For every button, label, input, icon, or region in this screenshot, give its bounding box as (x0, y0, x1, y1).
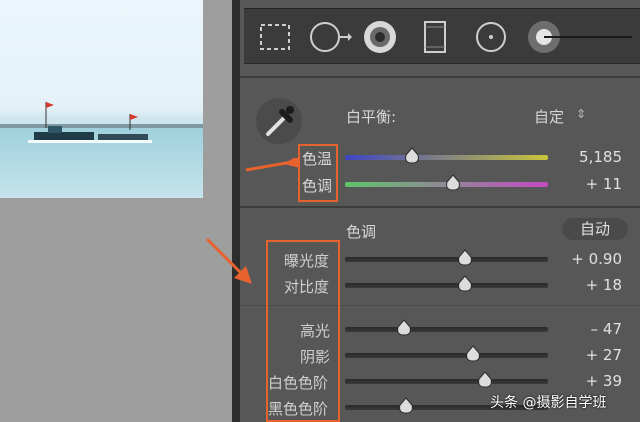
contrast-value[interactable]: + 18 (586, 276, 622, 294)
brush-size-slider[interactable] (544, 36, 632, 38)
tint-value[interactable]: + 11 (586, 175, 622, 193)
temperature-value[interactable]: 5,185 (579, 148, 622, 166)
contrast-track[interactable] (345, 283, 548, 288)
radial-filter-icon[interactable] (472, 19, 510, 55)
eyedropper-button[interactable] (256, 98, 302, 144)
photo-preview[interactable] (0, 0, 203, 198)
photo-flag-2 (129, 114, 138, 130)
highlights-value[interactable]: – 47 (591, 320, 622, 338)
white-balance-label: 白平衡: (346, 108, 397, 126)
shadows-value[interactable]: + 27 (586, 346, 622, 364)
eyedropper-icon (266, 106, 294, 136)
annotation-arrow-1 (245, 158, 300, 172)
develop-panel: 白平衡: 自定 ⇕ 色温 5,185 色调 + 11 色调 自动 曝光度 + 0… (232, 0, 640, 422)
temperature-track[interactable] (345, 155, 548, 160)
spot-removal-icon[interactable] (308, 19, 352, 55)
exposure-value[interactable]: + 0.90 (571, 250, 622, 268)
annotation-box-white-balance (298, 144, 338, 202)
graduated-filter-icon[interactable] (420, 19, 450, 55)
divider-top (240, 76, 640, 78)
tone-section-label: 色调 (346, 223, 377, 241)
divider-tone (240, 206, 640, 208)
photo-flag (45, 102, 54, 128)
auto-tone-button[interactable]: 自动 (562, 218, 628, 240)
whites-value[interactable]: + 39 (586, 372, 622, 390)
whites-track[interactable] (345, 379, 548, 384)
exposure-track[interactable] (345, 257, 548, 262)
tool-strip (244, 8, 640, 64)
marquee-crop-icon[interactable] (256, 19, 294, 55)
red-eye-icon[interactable] (360, 19, 400, 55)
watermark-text: 头条 @摄影自学班 (490, 395, 607, 411)
white-balance-preset[interactable]: 自定 (534, 106, 564, 127)
panel-row-clipped (252, 64, 640, 76)
panel-edge (232, 0, 240, 422)
annotation-arrow-2 (205, 237, 252, 284)
highlights-track[interactable] (345, 327, 548, 332)
annotation-box-tone (266, 240, 340, 422)
canvas-area (0, 0, 232, 422)
preset-chevron-icon[interactable]: ⇕ (576, 107, 586, 121)
shadows-track[interactable] (345, 353, 548, 358)
